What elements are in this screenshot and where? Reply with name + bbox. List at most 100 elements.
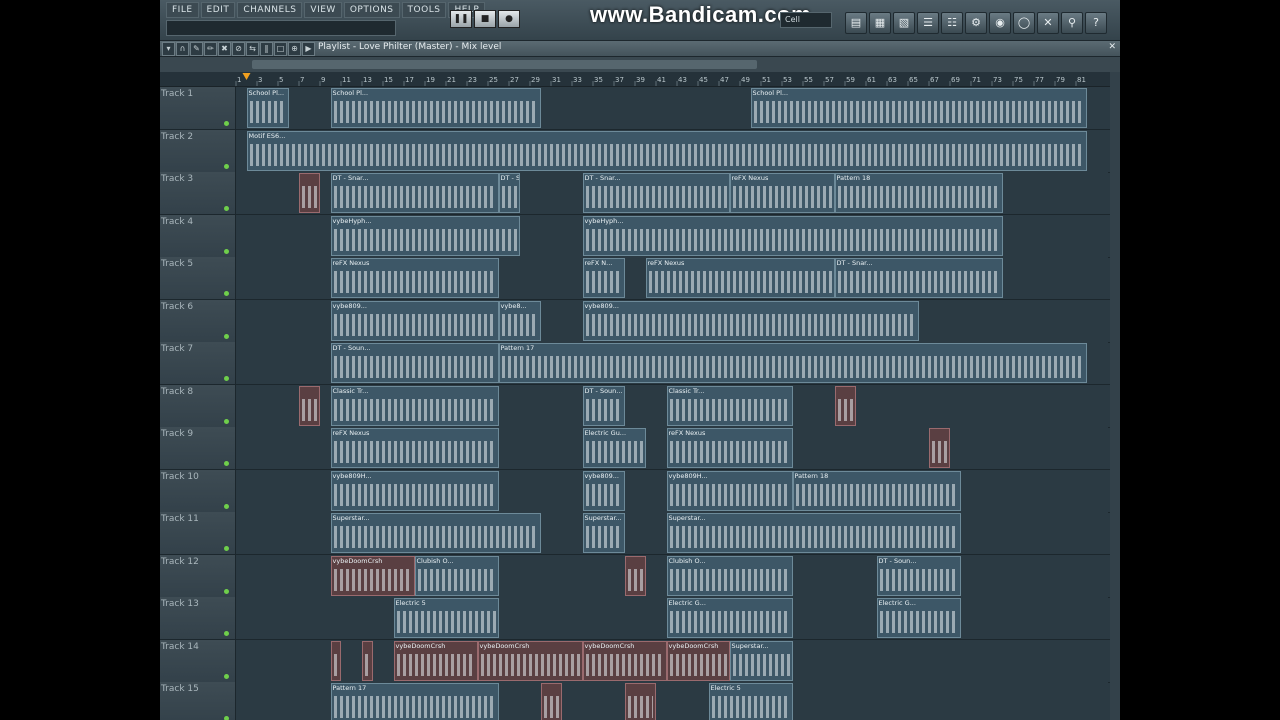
scroll-thumb[interactable]: [252, 60, 757, 69]
track-lane[interactable]: vybeDoomCrsh Clubish O... Clubish O... DT -…: [236, 554, 1108, 597]
record-settings-icon[interactable]: ◯: [1013, 12, 1035, 34]
track-header[interactable]: Track 15: [160, 682, 236, 720]
delete-icon[interactable]: ✖: [218, 42, 231, 56]
track-enable-icon[interactable]: [224, 248, 229, 254]
snap-selector[interactable]: Cell: [780, 12, 832, 28]
plugin-icon[interactable]: ⚙: [965, 12, 987, 34]
track-header[interactable]: Track 13: [160, 597, 236, 639]
pattern-clip[interactable]: Electric G...: [876, 598, 961, 638]
pattern-clip[interactable]: vybeHyph...: [582, 215, 1003, 256]
pattern-clip[interactable]: Electric Gu...: [582, 428, 646, 468]
pattern-clip[interactable]: Classic Tr...: [666, 385, 793, 426]
menu-edit[interactable]: EDIT: [200, 2, 236, 18]
tools-icon[interactable]: ✕: [1037, 12, 1059, 34]
track-header[interactable]: Track 10: [160, 469, 236, 512]
pattern-clip[interactable]: Pattern 17: [330, 683, 499, 720]
pattern-clip[interactable]: DT - Snar...: [330, 173, 499, 213]
pattern-clip[interactable]: DT - S...: [498, 173, 520, 213]
track-lane[interactable]: DT - Snar... DT - S... DT - Snar... reFX Ne…: [236, 172, 1108, 214]
pattern-clip[interactable]: vybeHyph...: [330, 215, 520, 256]
playhead-marker[interactable]: [242, 73, 251, 80]
step-sequencer-icon[interactable]: ▧: [893, 12, 915, 34]
slice-icon[interactable]: ‖: [260, 42, 273, 56]
pattern-clip[interactable]: [834, 385, 856, 426]
vertical-scrollbar[interactable]: [1110, 72, 1120, 720]
track-header[interactable]: Track 4: [160, 214, 236, 257]
track-lane[interactable]: Superstar... Superstar... Superstar...: [236, 512, 1108, 554]
pattern-clip[interactable]: vybe809H...: [666, 470, 793, 511]
pattern-clip[interactable]: Clubish O...: [666, 555, 793, 596]
stop-button[interactable]: ■: [474, 10, 496, 28]
playback-icon[interactable]: ▶: [302, 42, 315, 56]
pattern-clip[interactable]: vybe809...: [582, 300, 919, 341]
track-header[interactable]: Track 11: [160, 512, 236, 554]
pattern-clip[interactable]: DT - Soun...: [876, 555, 961, 596]
track-enable-icon[interactable]: [224, 546, 229, 551]
pattern-clip[interactable]: Clubish O...: [414, 555, 499, 596]
track-enable-icon[interactable]: [224, 121, 229, 126]
pattern-clip[interactable]: Superstar...: [330, 513, 541, 553]
track-enable-icon[interactable]: [224, 333, 229, 339]
pattern-clip[interactable]: vybeDoomCrsh: [666, 640, 730, 681]
mute-icon[interactable]: ⊘: [232, 42, 245, 56]
pattern-clip[interactable]: Superstar...: [666, 513, 961, 553]
track-header[interactable]: Track 7: [160, 342, 236, 384]
track-header[interactable]: Track 12: [160, 554, 236, 597]
pattern-clip[interactable]: vybeDoomCrsh: [477, 640, 583, 681]
slip-icon[interactable]: ⇆: [246, 42, 259, 56]
close-icon[interactable]: ✕: [1108, 42, 1116, 52]
pattern-clip[interactable]: reFX Nexus: [645, 258, 835, 298]
track-lane[interactable]: vybeDoomCrsh vybeDoomCrsh vybeDoomCrsh vybe…: [236, 639, 1108, 682]
timeline-ruler[interactable]: 1 3 5 7 9 11 13 15 17 19 21 23 25 27 29 31 33 35 37 39 41 43 4…: [160, 72, 1120, 87]
track-enable-icon[interactable]: [224, 163, 229, 169]
track-header[interactable]: Track 9: [160, 427, 236, 469]
pattern-clip[interactable]: School Pl...: [246, 88, 289, 128]
pattern-clip[interactable]: vybe809...: [582, 470, 625, 511]
pattern-clip[interactable]: [299, 173, 320, 213]
pause-button[interactable]: ❚❚: [450, 10, 472, 28]
snap-magnet-icon[interactable]: ∩: [176, 42, 189, 56]
pattern-clip[interactable]: Pattern 18: [834, 173, 1003, 213]
pattern-clip[interactable]: [540, 683, 562, 720]
select-icon[interactable]: □: [274, 42, 287, 56]
track-header[interactable]: Track 3: [160, 172, 236, 214]
track-enable-icon[interactable]: [224, 716, 229, 720]
playlist-icon[interactable]: ▤: [845, 12, 867, 34]
browser-icon[interactable]: ☷: [941, 12, 963, 34]
track-lane[interactable]: reFX Nexus Electric Gu... reFX Nexus: [236, 427, 1108, 469]
track-header[interactable]: Track 1: [160, 87, 236, 129]
pattern-clip[interactable]: vybeDoomCrsh: [393, 640, 478, 681]
pattern-clip[interactable]: [330, 640, 341, 681]
menu-view[interactable]: VIEW: [304, 2, 342, 18]
track-header[interactable]: Track 6: [160, 299, 236, 342]
track-lane[interactable]: reFX Nexus reFX N... reFX Nexus DT - Snar..…: [236, 257, 1108, 299]
pattern-clip[interactable]: [929, 428, 950, 468]
track-enable-icon[interactable]: [224, 631, 229, 636]
track-enable-icon[interactable]: [224, 376, 229, 381]
menu-tools[interactable]: TOOLS: [401, 2, 447, 18]
pattern-clip[interactable]: vybeDoomCrsh: [582, 640, 667, 681]
track-lane[interactable]: Pattern 17 Electric 5: [236, 682, 1108, 720]
track-enable-icon[interactable]: [224, 291, 229, 296]
pattern-clip[interactable]: [624, 555, 646, 596]
track-lane[interactable]: Classic Tr... DT - Soun... Classic Tr...: [236, 384, 1108, 427]
track-lane[interactable]: Electric 5 Electric G... Electric G...: [236, 597, 1108, 639]
zoom-icon[interactable]: ⊕: [288, 42, 301, 56]
horizontal-scrollbar[interactable]: [160, 57, 1120, 72]
track-lane[interactable]: vybeHyph... vybeHyph...: [236, 214, 1108, 257]
track-enable-icon[interactable]: [224, 588, 229, 594]
pattern-clip[interactable]: School Pl...: [330, 88, 541, 128]
help-icon[interactable]: ?: [1085, 12, 1107, 34]
track-enable-icon[interactable]: [224, 418, 229, 424]
track-enable-icon[interactable]: [224, 673, 229, 679]
pattern-clip[interactable]: reFX N...: [582, 258, 625, 298]
pattern-clip[interactable]: Classic Tr...: [330, 385, 499, 426]
pattern-clip[interactable]: DT - Soun...: [330, 343, 499, 383]
menu-file[interactable]: FILE: [166, 2, 199, 18]
pattern-clip[interactable]: reFX Nexus: [666, 428, 793, 468]
track-lane[interactable]: School Pl... School Pl... School Pl...: [236, 87, 1108, 129]
track-lane[interactable]: Motif ES6...: [236, 129, 1108, 172]
menu-options[interactable]: OPTIONS: [343, 2, 400, 18]
track-lane[interactable]: DT - Soun... Pattern 17: [236, 342, 1108, 384]
pattern-clip[interactable]: [299, 385, 320, 426]
